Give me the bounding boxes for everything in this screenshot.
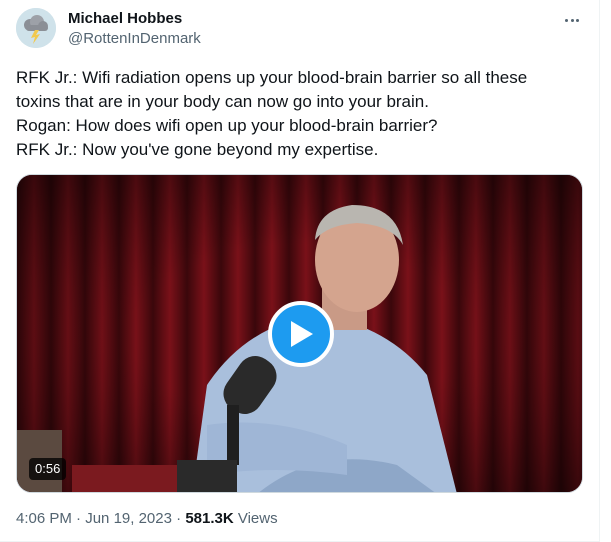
tweet-text: RFK Jr.: Wifi radiation opens up your bl… <box>16 66 588 162</box>
video-player[interactable]: 0:56 <box>16 174 583 493</box>
avatar[interactable] <box>16 8 56 48</box>
author-handle[interactable]: @RottenInDenmark <box>68 29 201 49</box>
more-options-icon[interactable] <box>560 10 584 30</box>
storm-cloud-icon <box>16 8 56 48</box>
play-button[interactable] <box>268 301 334 367</box>
tweet-date[interactable]: Jun 19, 2023 <box>85 510 172 527</box>
tweet-card: Michael Hobbes @RottenInDenmark RFK Jr.:… <box>0 0 600 542</box>
tweet-text-line: RFK Jr.: Wifi radiation opens up your bl… <box>16 68 528 87</box>
tweet-text-line: RFK Jr.: Now you've gone beyond my exper… <box>16 140 379 159</box>
tweet-time[interactable]: 4:06 PM <box>16 510 72 527</box>
tweet-text-line: Rogan: How does wifi open up your blood-… <box>16 116 438 135</box>
author-name[interactable]: Michael Hobbes <box>68 9 201 29</box>
tweet-metadata: 4:06 PM · Jun 19, 2023 · 581.3K Views <box>16 509 278 529</box>
views-label: Views <box>237 510 278 527</box>
views-count: 581.3K <box>185 510 234 527</box>
tweet-text-line: toxins that are in your body can now go … <box>16 92 429 111</box>
play-icon <box>291 321 313 347</box>
video-duration-badge: 0:56 <box>29 458 67 480</box>
meta-separator: · <box>176 510 182 527</box>
meta-separator: · <box>76 510 82 527</box>
author-block: Michael Hobbes @RottenInDenmark <box>68 9 201 49</box>
